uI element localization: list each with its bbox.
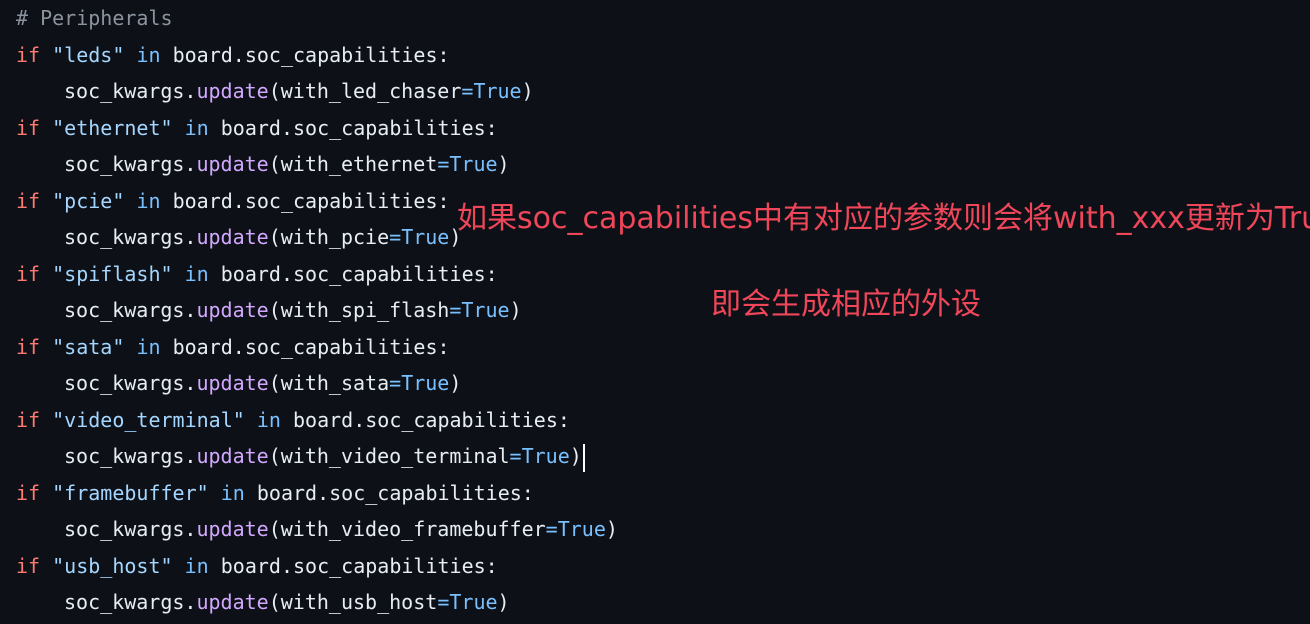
argument-value: True [401, 371, 450, 395]
in-keyword: in [136, 188, 161, 213]
if-keyword: if [16, 42, 41, 67]
update-method: update [196, 298, 269, 322]
capability-string: "sata" [52, 334, 125, 359]
code-line-comment: # Peripherals [16, 0, 618, 37]
update-line: soc_kwargs.update(with_usb_host=True) [64, 590, 510, 614]
argument-name: with_ethernet [280, 152, 438, 176]
annotation-note-secondary: 即会生成相应的外设 [711, 287, 981, 322]
capabilities-object: board.soc_capabilities: [172, 334, 450, 359]
kwargs-variable: soc_kwargs [64, 517, 185, 541]
update-line: soc_kwargs.update(with_video_terminal=Tr… [16, 438, 618, 475]
kwargs-variable: soc_kwargs [64, 371, 185, 395]
update-line: soc_kwargs.update(with_video_framebuffer… [64, 517, 618, 541]
argument-value: True [401, 225, 450, 249]
update-method: update [196, 517, 269, 541]
in-keyword: in [136, 334, 161, 359]
text-cursor [582, 443, 585, 472]
if-keyword: if [16, 407, 41, 432]
argument-name: with_led_chaser [280, 79, 462, 103]
capability-string: "leds" [52, 42, 125, 67]
argument-name: with_video_terminal [280, 444, 510, 468]
in-keyword: in [136, 42, 161, 67]
update-method: update [196, 79, 269, 103]
if-line: if "leds" in board.soc_capabilities: [16, 37, 618, 74]
capabilities-object: board.soc_capabilities: [172, 42, 450, 67]
capabilities-object: board.soc_capabilities: [220, 553, 498, 578]
if-line: if "framebuffer" in board.soc_capabiliti… [16, 475, 618, 512]
argument-value: True [473, 79, 522, 103]
update-method: update [196, 371, 269, 395]
argument-name: with_usb_host [280, 590, 438, 614]
argument-name: with_spi_flash [280, 298, 450, 322]
in-keyword: in [184, 261, 209, 286]
if-line: if "spiflash" in board.soc_capabilities: [16, 256, 618, 293]
in-keyword: in [220, 480, 245, 505]
capability-string: "usb_host" [52, 553, 173, 578]
if-keyword: if [16, 115, 41, 140]
code-block: # Peripherals if "leds" in board.soc_cap… [16, 0, 618, 621]
capability-string: "framebuffer" [52, 480, 209, 505]
comment-text: # Peripherals [16, 6, 173, 30]
capability-string: "spiflash" [52, 261, 173, 286]
if-keyword: if [16, 261, 41, 286]
code-editor[interactable]: # Peripherals if "leds" in board.soc_cap… [0, 0, 1310, 624]
update-line: soc_kwargs.update(with_sata=True) [64, 371, 462, 395]
kwargs-variable: soc_kwargs [64, 152, 185, 176]
capability-string: "video_terminal" [52, 407, 245, 432]
argument-name: with_video_framebuffer [280, 517, 546, 541]
update-method: update [196, 590, 269, 614]
update-method: update [196, 225, 269, 249]
update-line: soc_kwargs.update(with_ethernet=True) [64, 152, 510, 176]
annotation-note-primary: 如果soc_capabilities中有对应的参数则会将with_xxx更新为T… [457, 201, 1310, 236]
update-line: soc_kwargs.update(with_spi_flash=True) [64, 298, 522, 322]
kwargs-variable: soc_kwargs [64, 590, 185, 614]
capabilities-object: board.soc_capabilities: [220, 115, 498, 140]
capabilities-object: board.soc_capabilities: [256, 480, 534, 505]
argument-value: True [461, 298, 510, 322]
argument-value: True [449, 590, 498, 614]
kwargs-variable: soc_kwargs [64, 444, 185, 468]
argument-name: with_sata [280, 371, 390, 395]
in-keyword: in [184, 553, 209, 578]
kwargs-variable: soc_kwargs [64, 225, 185, 249]
if-keyword: if [16, 480, 41, 505]
capabilities-object: board.soc_capabilities: [172, 188, 450, 213]
if-line: if "usb_host" in board.soc_capabilities: [16, 548, 618, 585]
if-keyword: if [16, 334, 41, 359]
kwargs-variable: soc_kwargs [64, 298, 185, 322]
if-line: if "ethernet" in board.soc_capabilities: [16, 110, 618, 147]
argument-value: True [521, 444, 570, 468]
capability-string: "ethernet" [52, 115, 173, 140]
argument-value: True [557, 517, 606, 541]
update-line: soc_kwargs.update(with_led_chaser=True) [64, 79, 534, 103]
argument-value: True [449, 152, 498, 176]
argument-name: with_pcie [280, 225, 390, 249]
capability-string: "pcie" [52, 188, 125, 213]
update-method: update [196, 444, 269, 468]
capabilities-object: board.soc_capabilities: [292, 407, 570, 432]
if-keyword: if [16, 553, 41, 578]
capabilities-object: board.soc_capabilities: [220, 261, 498, 286]
update-method: update [196, 152, 269, 176]
in-keyword: in [256, 407, 281, 432]
in-keyword: in [184, 115, 209, 140]
if-keyword: if [16, 188, 41, 213]
if-line: if "sata" in board.soc_capabilities: [16, 329, 618, 366]
if-line: if "video_terminal" in board.soc_capabil… [16, 402, 618, 439]
kwargs-variable: soc_kwargs [64, 79, 185, 103]
